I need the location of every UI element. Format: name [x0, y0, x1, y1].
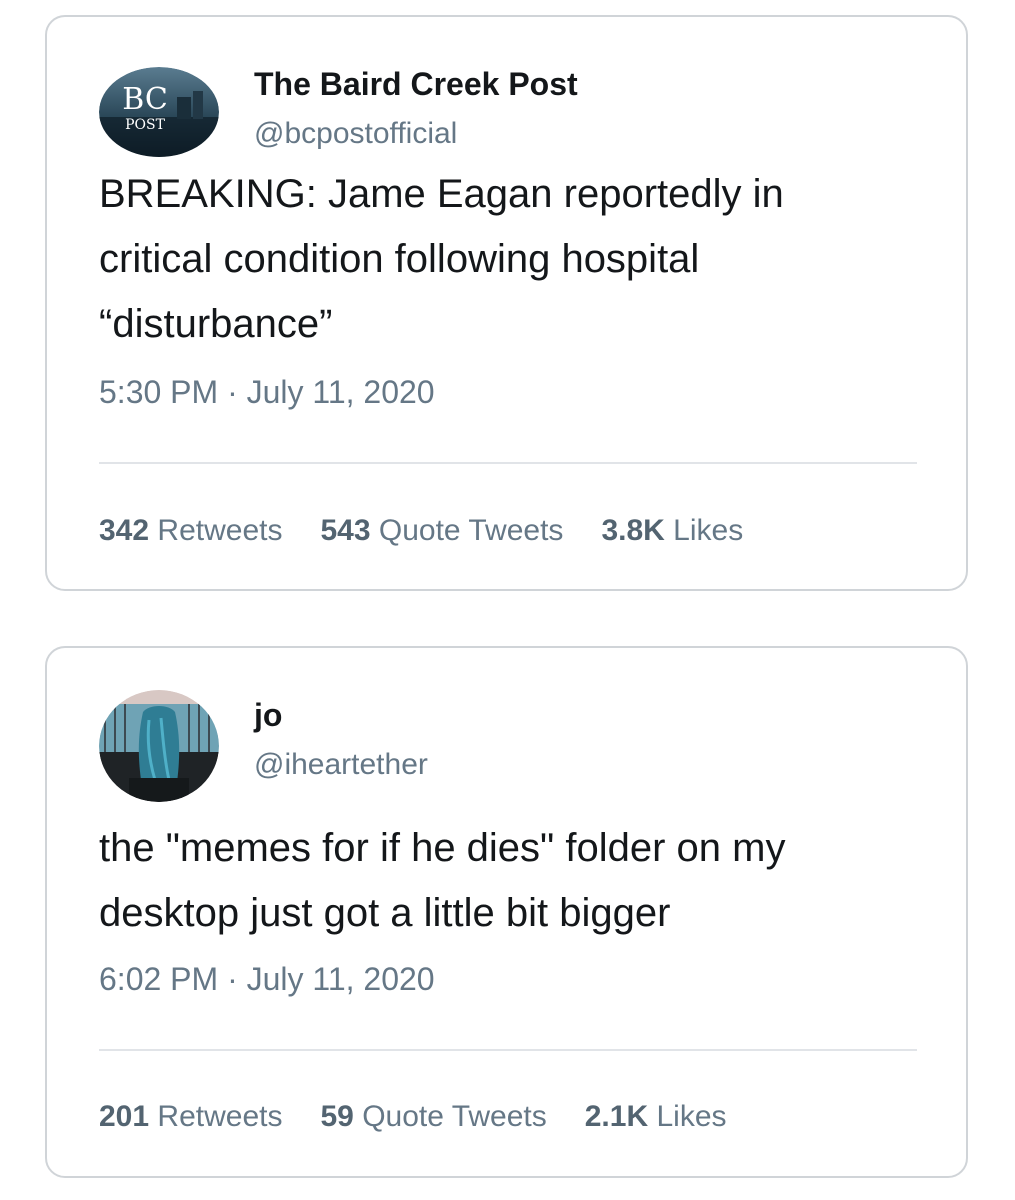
likes-stat[interactable]: 2.1K Likes: [585, 1100, 727, 1134]
tweet-card[interactable]: jo @iheartether the "memes for if he die…: [45, 646, 968, 1178]
avatar[interactable]: [99, 690, 219, 802]
retweets-label: Retweets: [157, 514, 283, 547]
quote-tweets-label: Quote Tweets: [362, 1100, 547, 1133]
handle[interactable]: @bcpostofficial: [254, 117, 457, 151]
timestamp[interactable]: 5:30 PM · July 11, 2020: [99, 374, 435, 411]
likes-label: Likes: [673, 514, 744, 547]
tweet-text-line: desktop just got a little bit bigger: [99, 891, 671, 935]
timestamp[interactable]: 6:02 PM · July 11, 2020: [99, 961, 435, 998]
display-name[interactable]: jo: [254, 697, 282, 734]
tweet-text-line: critical condition following hospital: [99, 237, 700, 281]
quote-tweets-label: Quote Tweets: [378, 514, 564, 547]
tweet-text-line: the "memes for if he dies" folder on my: [99, 826, 786, 870]
quote-tweets-count: 59: [320, 1100, 354, 1133]
display-name[interactable]: The Baird Creek Post: [254, 66, 578, 103]
quote-tweets-stat[interactable]: 543 Quote Tweets: [320, 514, 563, 548]
retweets-stat[interactable]: 342 Retweets: [99, 514, 282, 548]
retweets-count: 342: [99, 514, 150, 547]
likes-stat[interactable]: 3.8K Likes: [601, 514, 743, 548]
retweets-stat[interactable]: 201 Retweets: [99, 1100, 282, 1134]
quote-tweets-count: 543: [320, 514, 371, 547]
likes-count: 2.1K: [584, 1100, 649, 1133]
quote-tweets-stat[interactable]: 59 Quote Tweets: [320, 1100, 546, 1134]
avatar[interactable]: BC POST: [99, 67, 219, 157]
likes-count: 3.8K: [601, 514, 665, 547]
likes-label: Likes: [656, 1100, 727, 1133]
tweet-text-line: “disturbance”: [99, 302, 333, 346]
divider: [99, 462, 917, 464]
tweet-card[interactable]: BC POST The Baird Creek Post @bcpostoffi…: [45, 15, 968, 591]
tweet-text-line: BREAKING: Jame Eagan reportedly in: [99, 172, 784, 216]
tweet-text: the "memes for if he dies" folder on my …: [99, 816, 919, 946]
retweets-count: 201: [99, 1100, 150, 1133]
retweets-label: Retweets: [157, 1100, 283, 1133]
tweet-stats: 201 Retweets 59 Quote Tweets 2.1K Likes: [99, 1100, 727, 1134]
divider: [99, 1049, 917, 1051]
tweet-stats: 342 Retweets 543 Quote Tweets 3.8K Likes: [99, 514, 743, 548]
svg-text:BC: BC: [122, 82, 168, 117]
handle[interactable]: @iheartether: [254, 748, 428, 782]
tweet-text: BREAKING: Jame Eagan reportedly in criti…: [99, 162, 919, 357]
svg-text:POST: POST: [125, 117, 165, 133]
